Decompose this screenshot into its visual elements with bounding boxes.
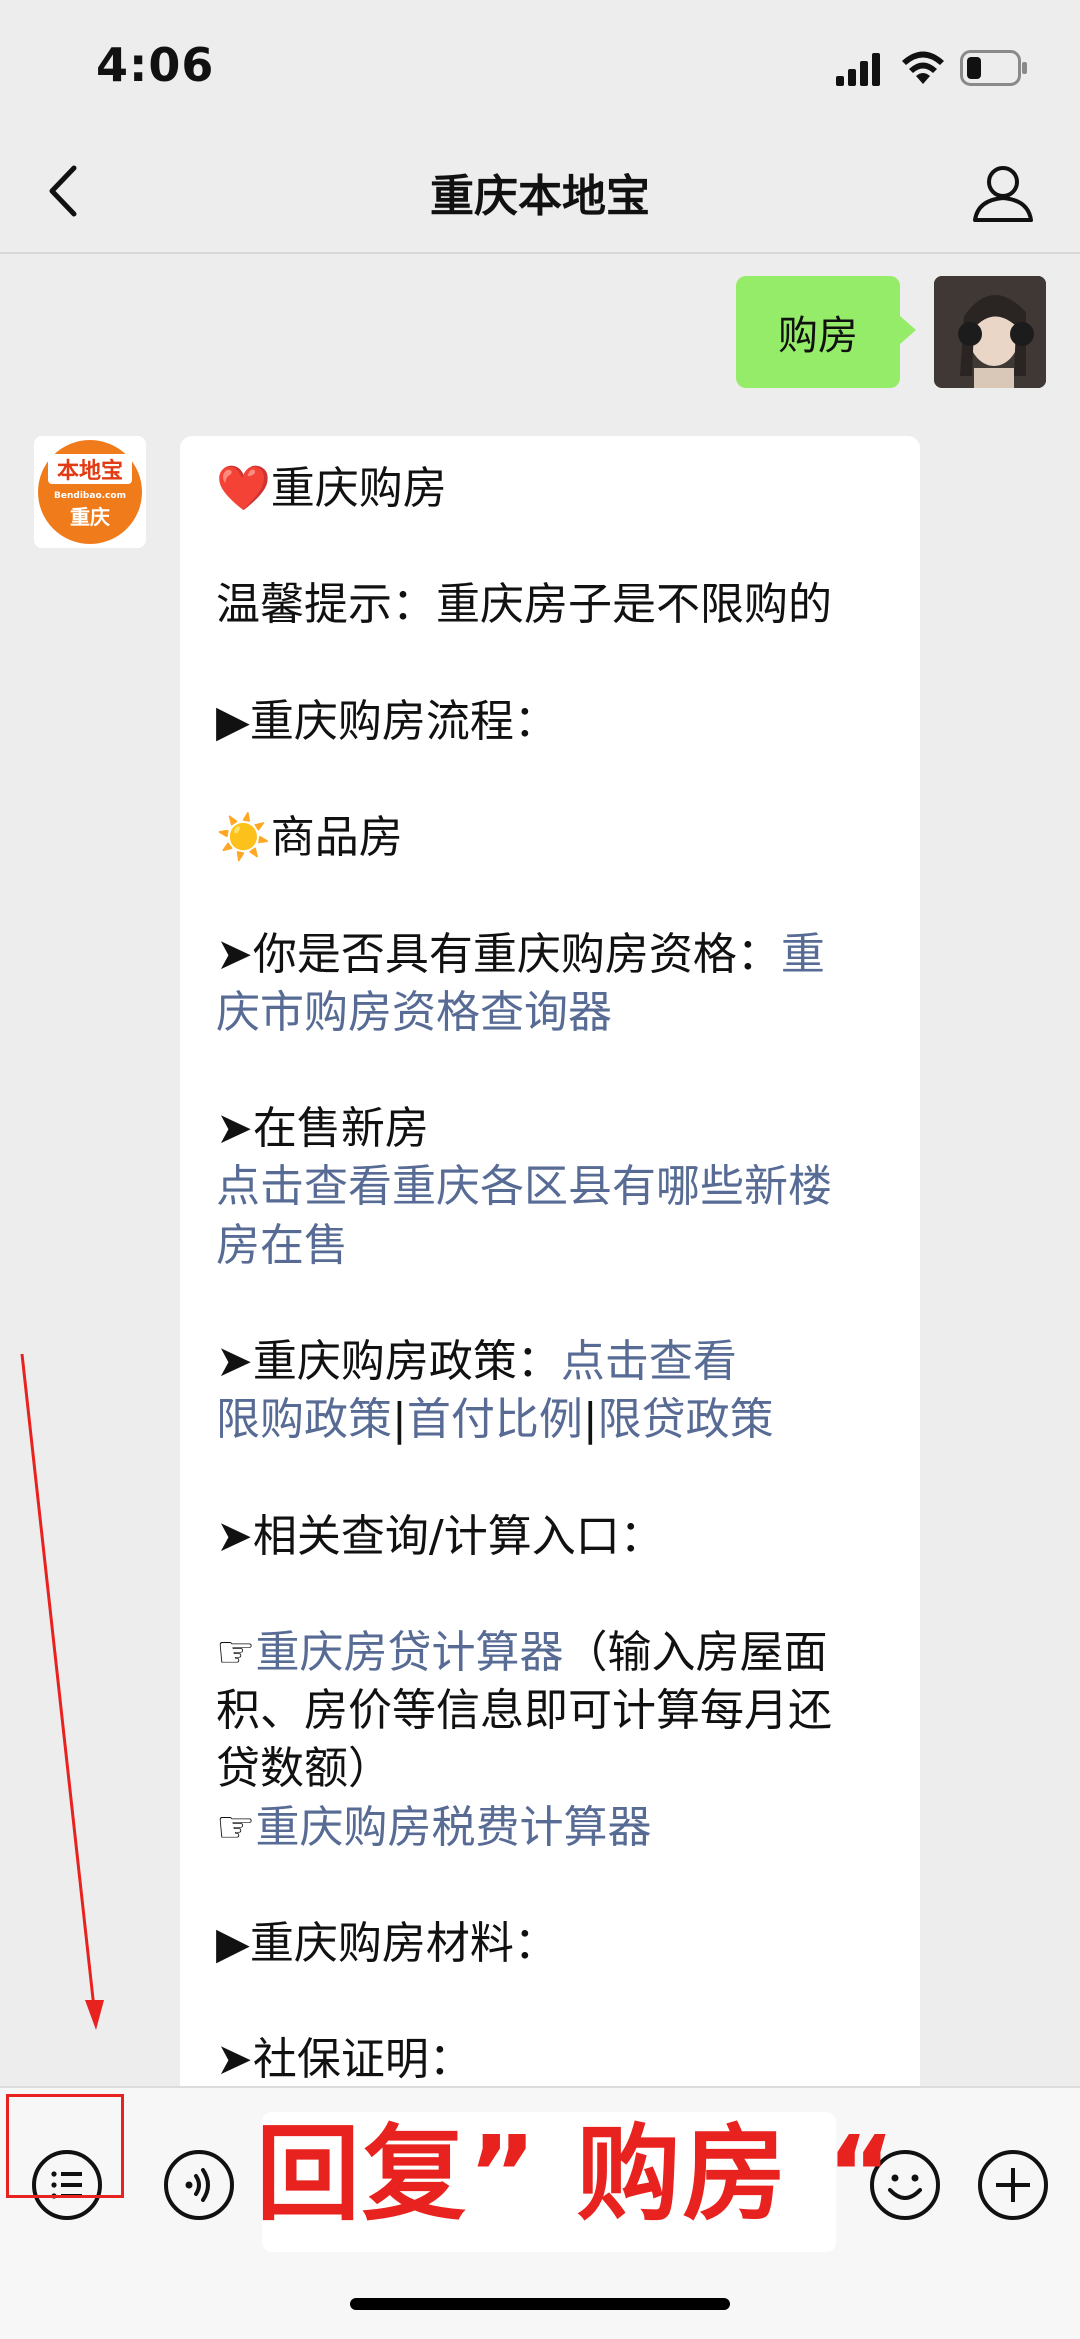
svg-text:本地宝: 本地宝 (57, 458, 123, 484)
new-homes-link-cont[interactable]: 房在售 (216, 1220, 348, 1271)
message-heading: ❤️重庆购房 (216, 463, 447, 514)
tax-calculator-link[interactable]: 重庆购房税费计算器 (255, 1802, 651, 1853)
social-security-title: ➤社保证明： (216, 2034, 473, 2086)
nav-bar: 重庆本地宝 (0, 130, 1080, 254)
query-title: ➤相关查询/计算入口： (216, 1510, 664, 1562)
hand-icon: ☞ (216, 1801, 256, 1853)
signal-icon (836, 53, 880, 86)
incoming-message-bubble: ❤️重庆购房 温馨提示：重庆房子是不限购的 ▶重庆购房流程： ☀️商品房 ➤你是… (180, 436, 920, 2136)
loan-calc-desc: 积、房价等信息即可计算每月还 (216, 1685, 832, 1737)
battery-icon (960, 50, 1027, 86)
user-avatar[interactable] (934, 276, 1046, 388)
bendibao-logo-icon: 本地宝 Bendibao.com 重庆 (38, 440, 142, 544)
new-homes-title: ➤在售新房 (216, 1103, 429, 1155)
tax-calc-line: ☞重庆购房税费计算器 (216, 1799, 896, 1857)
voice-icon[interactable] (162, 2148, 236, 2222)
status-time: 4:06 (96, 38, 215, 92)
annotation-highlight-box (6, 2094, 124, 2198)
qualification-link[interactable]: 重 (781, 929, 825, 980)
loan-calculator-link[interactable]: 重庆房贷计算器 (255, 1627, 563, 1678)
commodity-housing-line: ☀️商品房 (216, 812, 403, 864)
wifi-icon (902, 51, 944, 84)
loan-policy-link[interactable]: 限贷政策 (598, 1394, 774, 1445)
loan-calc-desc-end: 贷数额） (216, 1743, 392, 1795)
heart-icon: ❤️ (216, 463, 271, 514)
bot-avatar[interactable]: 本地宝 Bendibao.com 重庆 (34, 436, 146, 548)
policy-links-line: 限购政策|首付比例|限贷政策 (216, 1394, 774, 1446)
new-homes-link[interactable]: 点击查看重庆各区县有哪些新楼 (216, 1161, 832, 1212)
policy-link[interactable]: 点击查看 (561, 1336, 737, 1387)
tip-text: 温馨提示：重庆房子是不限购的 (216, 579, 832, 631)
svg-text:重庆: 重庆 (70, 505, 110, 529)
materials-title: ▶重庆购房材料： (216, 1917, 558, 1969)
svg-text:Bendibao.com: Bendibao.com (54, 491, 126, 501)
annotation-arrow (20, 1353, 104, 2030)
limit-policy-link[interactable]: 限购政策 (216, 1394, 392, 1445)
process-title: ▶重庆购房流程： (216, 695, 558, 747)
profile-icon[interactable] (970, 160, 1036, 224)
outgoing-message-bubble[interactable]: 购房 (736, 276, 916, 388)
user-avatar-image (934, 276, 1046, 388)
home-indicator (350, 2298, 730, 2310)
hand-icon: ☞ (216, 1626, 256, 1678)
message-content: ❤️重庆购房 温馨提示：重庆房子是不限购的 ▶重庆购房流程： ☀️商品房 ➤你是… (216, 460, 896, 2090)
policy-line: ➤重庆购房政策：点击查看 (216, 1335, 737, 1387)
annotation-text: 回复” 购房 “ (256, 2113, 898, 2235)
down-payment-link[interactable]: 首付比例 (407, 1394, 583, 1445)
sun-icon: ☀️ (216, 812, 271, 864)
status-bar: 4:06 (0, 0, 1080, 130)
outgoing-message-text: 购房 (778, 313, 858, 359)
loan-calc-line: ☞重庆房贷计算器（输入房屋面 (216, 1626, 828, 1678)
page-title: 重庆本地宝 (430, 171, 650, 222)
plus-icon[interactable] (976, 2148, 1050, 2222)
qualification-line: ➤你是否具有重庆购房资格：重 (216, 928, 825, 980)
qualification-link-cont[interactable]: 庆市购房资格查询器 (216, 987, 612, 1038)
